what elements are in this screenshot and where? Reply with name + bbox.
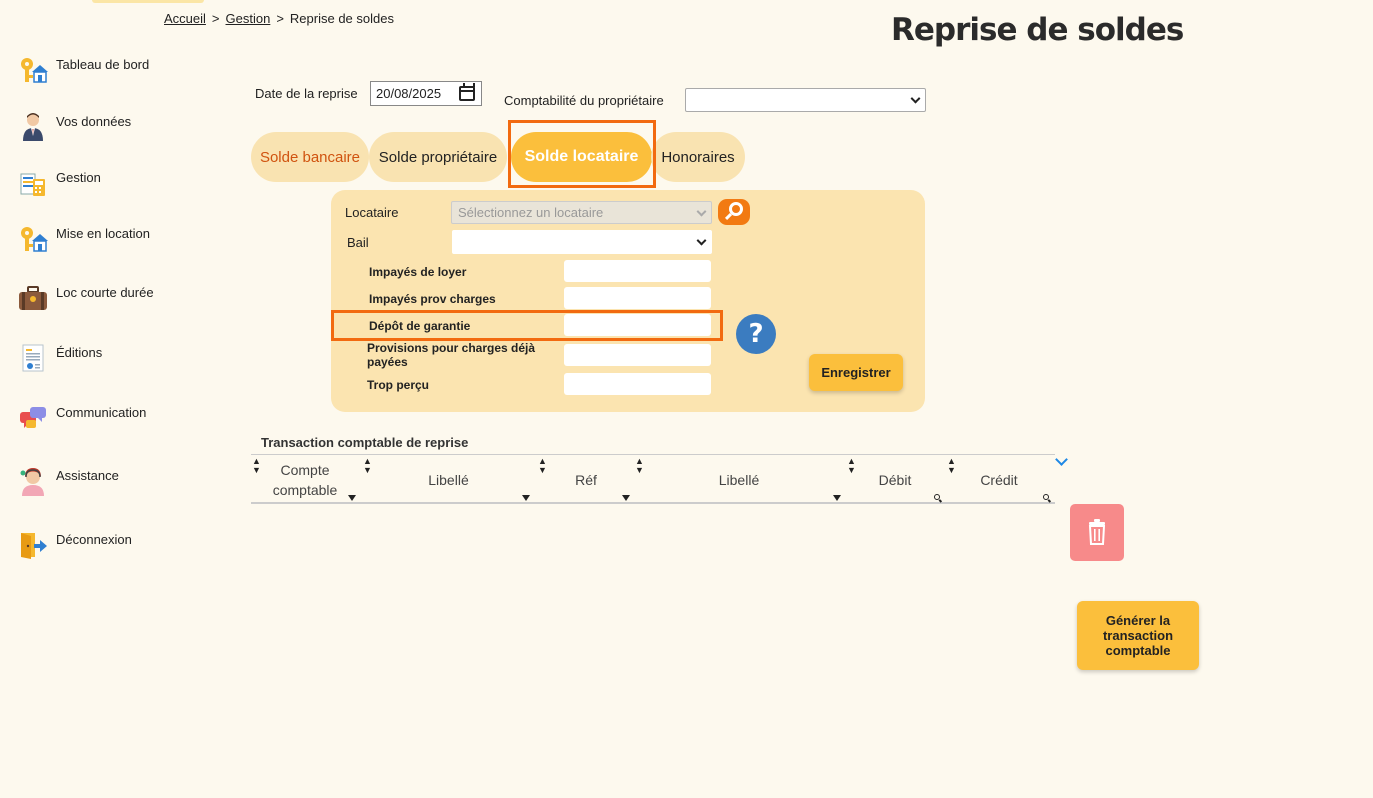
user-icon	[18, 111, 48, 141]
search-icon[interactable]	[934, 494, 940, 500]
lease-label: Bail	[347, 235, 369, 250]
filter-icon[interactable]	[348, 495, 356, 501]
search-tenant-button[interactable]	[718, 199, 750, 225]
transaction-table-title: Transaction comptable de reprise	[261, 435, 469, 450]
date-value: 20/08/2025	[376, 86, 442, 101]
unpaid-rent-input[interactable]	[564, 260, 711, 282]
help-button[interactable]: ?	[736, 314, 776, 354]
keys-house-icon	[18, 55, 48, 85]
column-header-ref[interactable]: ▲ ▼ Réf	[536, 455, 636, 505]
sort-icon[interactable]: ▲ ▼	[635, 457, 644, 475]
sidebar-item-mise-en-location[interactable]: Mise en location	[18, 224, 150, 254]
column-header-compte[interactable]: ▲ ▼ Compte comptable	[251, 455, 359, 505]
filter-icon[interactable]	[522, 495, 530, 501]
sidebar-item-vos-donnees[interactable]: Vos données	[18, 111, 131, 141]
sidebar-item-label: Loc courte durée	[56, 285, 154, 300]
filter-icon[interactable]	[622, 495, 630, 501]
transaction-table-header: ▲ ▼ Compte comptable ▲ ▼ Libellé ▲ ▼ Réf ▲ ▼…	[251, 454, 1055, 504]
sidebar-item-tableau-de-bord[interactable]: Tableau de bord	[18, 55, 149, 85]
sort-icon[interactable]: ▲ ▼	[947, 457, 956, 475]
column-label: Compte comptable	[272, 462, 338, 498]
generate-label-line: Générer la	[1105, 613, 1171, 628]
calendar-icon[interactable]	[459, 83, 475, 101]
tenant-placeholder: Sélectionnez un locataire	[458, 205, 604, 220]
breadcrumb-separator: >	[211, 11, 220, 26]
sort-icon[interactable]: ▲ ▼	[847, 457, 856, 475]
save-button[interactable]: Enregistrer	[809, 354, 903, 391]
date-label: Date de la reprise	[255, 86, 358, 101]
breadcrumb-gestion-link[interactable]: Gestion	[226, 11, 271, 26]
breadcrumb: Accueil > Gestion > Reprise de soldes	[164, 11, 394, 26]
column-label: Réf	[575, 472, 597, 488]
column-label: Débit	[878, 472, 912, 488]
sidebar-item-loc-courte-duree[interactable]: Loc courte durée	[18, 284, 154, 314]
overpayment-label: Trop perçu	[367, 378, 430, 392]
support-icon	[18, 466, 48, 496]
sidebar-item-label: Éditions	[56, 345, 103, 360]
tenant-select[interactable]: Sélectionnez un locataire	[451, 201, 712, 224]
column-label: Libellé	[718, 472, 760, 488]
tab-honoraires[interactable]: Honoraires	[651, 132, 745, 182]
overpayment-input[interactable]	[564, 373, 711, 395]
column-label: Crédit	[980, 472, 1018, 488]
sidebar-item-label: Déconnexion	[56, 532, 132, 547]
column-header-credit[interactable]: ▲ ▼ Crédit	[945, 455, 1053, 505]
chevron-down-icon	[696, 235, 707, 246]
lease-select[interactable]	[452, 230, 712, 254]
generate-label-line: transaction	[1102, 628, 1174, 643]
highlight-tab-box	[508, 120, 656, 188]
unpaid-charges-label: Impayés prov charges	[369, 292, 496, 306]
sort-icon[interactable]: ▲ ▼	[363, 457, 372, 475]
highlight-deposit-box	[331, 310, 723, 341]
column-header-debit[interactable]: ▲ ▼ Débit	[845, 455, 945, 505]
sidebar-item-label: Vos données	[56, 114, 132, 129]
sidebar-item-label: Mise en location	[56, 226, 150, 241]
delete-button[interactable]	[1070, 504, 1124, 561]
document-icon	[18, 343, 48, 373]
chat-icon	[18, 404, 48, 434]
chevron-down-icon[interactable]	[1055, 453, 1068, 466]
suitcase-icon	[18, 284, 48, 314]
column-header-libelle[interactable]: ▲ ▼ Libellé	[361, 455, 536, 505]
owner-accounting-select[interactable]	[685, 88, 926, 112]
keys-house-icon	[18, 224, 48, 254]
unpaid-rent-label: Impayés de loyer	[369, 265, 467, 279]
generate-label-line: comptable	[1105, 643, 1171, 658]
sidebar-item-editions[interactable]: Éditions	[18, 343, 102, 373]
top-accent	[92, 0, 204, 3]
search-icon[interactable]	[1043, 494, 1049, 500]
generate-transaction-button[interactable]: Générer la transaction comptable	[1077, 601, 1199, 670]
date-field[interactable]: 20/08/2025	[370, 81, 482, 106]
chevron-down-icon	[696, 206, 707, 217]
chevron-down-icon	[910, 93, 921, 104]
owner-accounting-label: Comptabilité du propriétaire	[504, 93, 664, 108]
tab-solde-bancaire[interactable]: Solde bancaire	[251, 132, 369, 182]
sidebar-item-deconnexion[interactable]: Déconnexion	[18, 530, 132, 560]
sidebar-item-label: Assistance	[56, 468, 119, 483]
sidebar-item-communication[interactable]: Communication	[18, 404, 146, 434]
logout-icon	[18, 530, 48, 560]
sort-icon[interactable]: ▲ ▼	[252, 457, 261, 475]
tenant-label: Locataire	[345, 205, 399, 220]
management-icon	[18, 168, 48, 198]
unpaid-charges-input[interactable]	[564, 287, 711, 309]
sidebar-item-gestion[interactable]: Gestion	[18, 168, 101, 198]
breadcrumb-current: Reprise de soldes	[289, 11, 394, 26]
column-label: Libellé	[428, 472, 469, 488]
column-header-libelle-2[interactable]: ▲ ▼ Libellé	[633, 455, 845, 505]
breadcrumb-home-link[interactable]: Accueil	[164, 11, 206, 26]
sidebar-item-label: Tableau de bord	[56, 57, 150, 72]
tab-solde-proprietaire[interactable]: Solde propriétaire	[369, 132, 507, 182]
paid-charges-provisions-label: Provisions pour charges déjà payées	[367, 341, 536, 369]
trash-icon	[1088, 519, 1106, 545]
sidebar-item-label: Communication	[56, 405, 147, 420]
filter-icon[interactable]	[833, 495, 841, 501]
sidebar-item-label: Gestion	[56, 170, 101, 185]
paid-charges-provisions-input[interactable]	[564, 344, 711, 366]
page-title: Reprise de soldes	[891, 12, 1184, 48]
sidebar-item-assistance[interactable]: Assistance	[18, 466, 119, 496]
sort-icon[interactable]: ▲ ▼	[538, 457, 547, 475]
breadcrumb-separator: >	[276, 11, 284, 26]
